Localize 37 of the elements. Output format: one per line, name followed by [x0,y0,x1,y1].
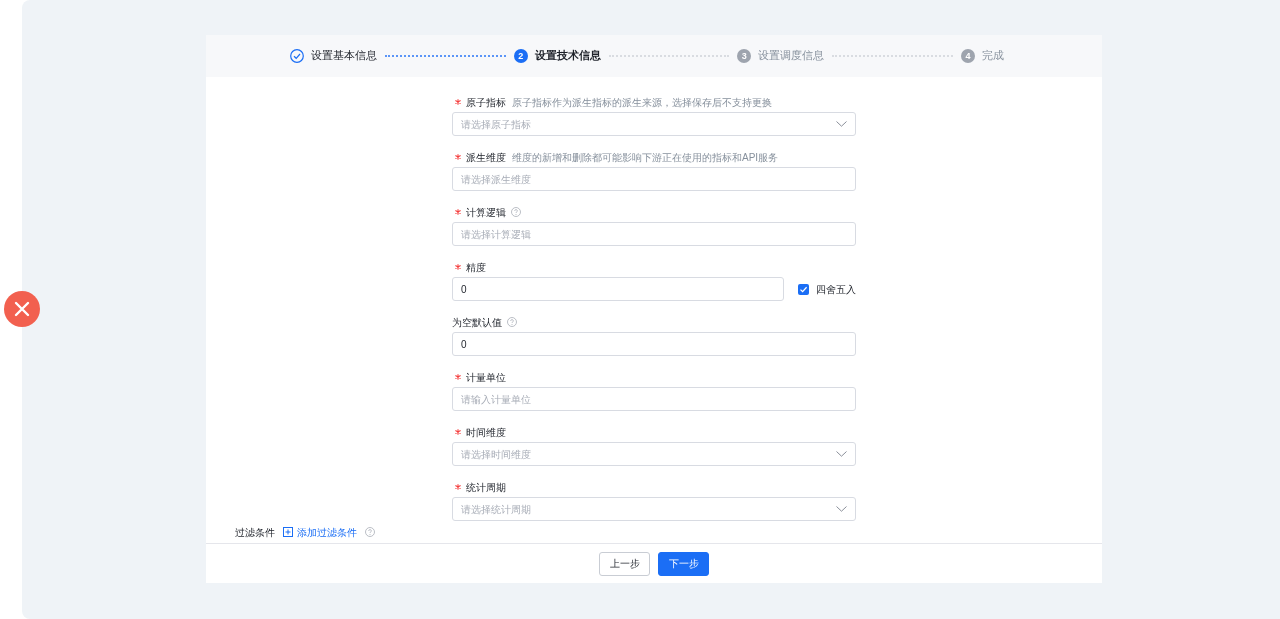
field-label: 计量单位 [466,370,506,385]
step-number: 2 [513,49,528,63]
step-label: 设置调度信息 [758,48,825,64]
select-field[interactable]: 请选择统计周期 [452,497,856,521]
close-icon [14,301,30,317]
select-field[interactable]: 请选择原子指标 [452,112,856,136]
step-number: 4 [961,49,975,63]
add-filter-link[interactable]: 添加过滤条件 [297,524,357,540]
chevron-down-icon [836,506,847,512]
select-field[interactable]: 请选择时间维度 [452,442,856,466]
field-label: 统计周期 [466,480,506,495]
filter-label: 过滤条件 [235,525,275,540]
field-label: 时间维度 [466,425,506,440]
step-label: 设置基本信息 [311,48,377,64]
step-label: 设置技术信息 [534,48,601,64]
checkbox[interactable] [798,283,809,295]
input-field[interactable]: 请选择派生维度 [452,167,856,191]
next-button[interactable]: 下一步 [658,551,709,576]
field-label: 派生维度 [466,150,506,165]
input-field[interactable]: 0 [452,277,784,301]
chevron-down-icon [836,121,847,127]
checkbox-label: 四舍五入 [816,282,856,297]
plus-square-icon[interactable] [283,527,293,537]
field-hint: 维度的新增和删除都可能影响下游正在使用的指标和API服务 [512,150,779,165]
input-field[interactable]: 请输入计量单位 [452,387,856,411]
field-label: 为空默认值 [452,315,502,330]
field-label: 计算逻辑 [466,205,506,220]
chevron-down-icon [836,451,847,457]
input-field[interactable]: 0 [452,332,856,356]
input-field[interactable]: 请选择计算逻辑 [452,222,856,246]
step-number: 3 [737,49,752,63]
field-label: 精度 [466,260,486,275]
step-label: 完成 [982,48,1004,64]
field-label: 原子指标 [466,95,506,110]
back-button[interactable]: 上一步 [599,551,650,576]
close-button[interactable] [4,291,40,327]
field-hint: 原子指标作为派生指标的派生来源，选择保存后不支持更换 [512,95,772,110]
